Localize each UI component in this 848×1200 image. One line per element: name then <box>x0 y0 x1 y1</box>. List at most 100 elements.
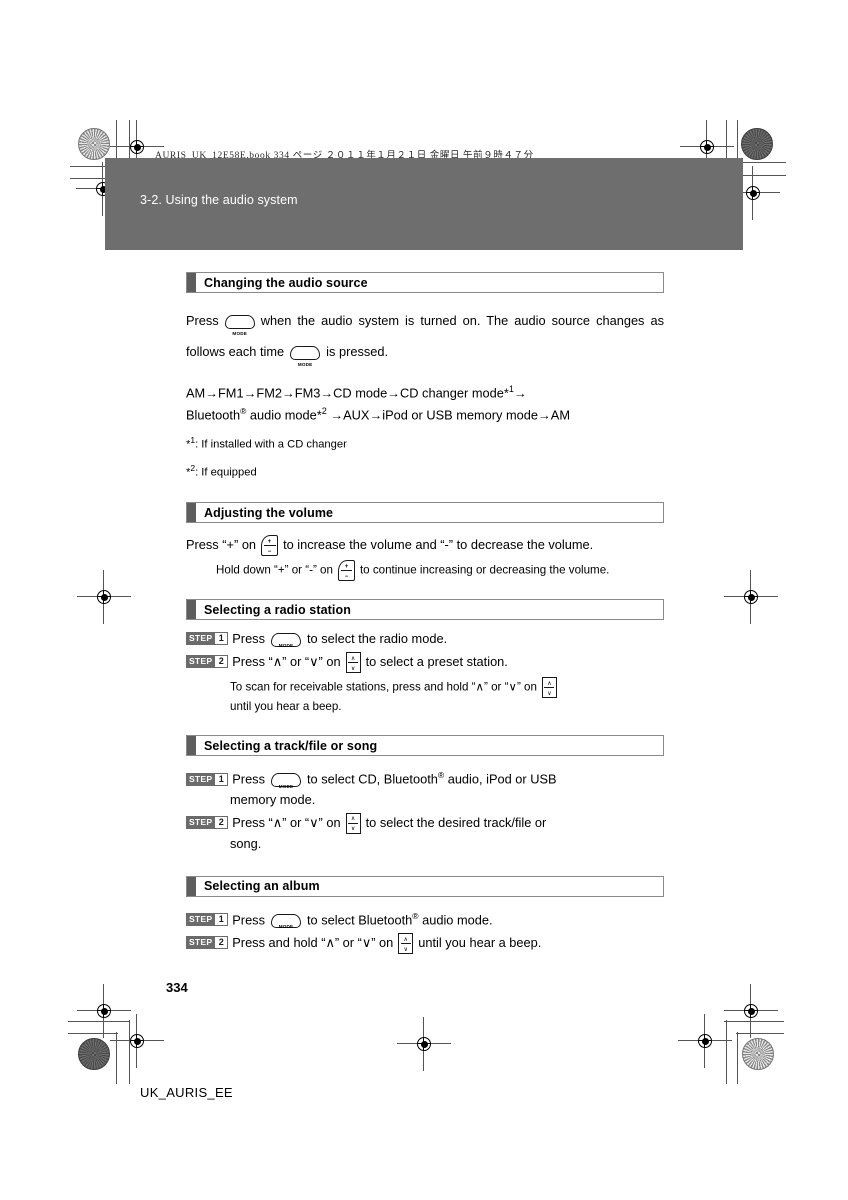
text-press: Press <box>232 771 265 787</box>
flow-bluetooth-label: Bluetooth <box>186 407 241 423</box>
footnote-2: *2: If equipped <box>186 460 664 482</box>
paragraph-change-source: Press MODE when the audio system is turned… <box>186 305 664 367</box>
text-until-beep: until you hear a beep. <box>230 700 342 714</box>
seek-down-label: ∨ <box>403 946 408 953</box>
seek-button-icon: ∧ ∨ <box>345 652 361 674</box>
crop-mark-bottom-left-v2 <box>129 1020 130 1084</box>
seek-up-label: ∧ <box>403 936 408 943</box>
flow-audio-mode: audio mode* <box>246 407 322 423</box>
step-badge-2: STEP 2 <box>186 936 229 950</box>
seek-button-icon: ∧ ∨ <box>398 933 414 955</box>
seek-up-label: ∧ <box>350 816 356 823</box>
step-badge-word: STEP <box>186 913 216 927</box>
step-badge-2: STEP 2 <box>186 815 229 829</box>
mode-button-icon: MODE <box>224 314 255 336</box>
step-badge-1: STEP 1 <box>186 913 229 927</box>
footer-document-code: UK_AURIS_EE <box>140 1085 233 1100</box>
registration-mark-mid-left <box>77 570 131 624</box>
seek-up-label: ∧ <box>350 655 356 662</box>
page-content: Changing the audio source Press MODE when … <box>186 272 664 955</box>
mode-button-icon-label: MODE <box>278 924 294 930</box>
registration-mark-top-right-inner <box>726 166 780 220</box>
registration-mark-bottom-right <box>724 984 778 1038</box>
text-song: song. <box>230 835 262 851</box>
mode-button-icon: MODE <box>290 345 321 367</box>
text-select-radio-mode: to select the radio mode. <box>306 631 448 647</box>
volume-minus-label: − <box>267 548 272 555</box>
mode-button-icon-label: MODE <box>278 783 294 789</box>
section-title: Changing the audio source <box>204 275 368 290</box>
footnote-1: *1: If installed with a CD changer <box>186 432 664 454</box>
crop-mark-bottom-right-v1 <box>726 1020 727 1084</box>
step-badge-number: 2 <box>215 936 229 950</box>
section-header-selecting-an-album: Selecting an album <box>186 875 664 897</box>
crop-mark-bottom-left-h2 <box>68 1033 118 1034</box>
text-select-preset-station: to select a preset station. <box>365 654 508 670</box>
step-badge-number: 1 <box>215 913 229 927</box>
seek-button-icon: ∧ ∨ <box>541 677 557 699</box>
footnote-1-text: : If installed with a CD changer <box>195 438 347 451</box>
step-badge-word: STEP <box>186 655 216 669</box>
color-rosette-top-left <box>78 128 110 160</box>
registration-mark-bottom-center <box>397 1017 451 1071</box>
text-press: Press <box>186 313 219 328</box>
section-title: Selecting a radio station <box>204 602 351 617</box>
color-rosette-bottom-right <box>742 1038 774 1070</box>
crop-mark-bottom-right-h2 <box>736 1033 784 1034</box>
text-scan-receivable: To scan for receivable stations, press a… <box>230 680 537 694</box>
registration-mark-top-right <box>680 120 734 174</box>
section-tab-marker <box>187 600 196 620</box>
text-audio-mode: audio mode. <box>418 911 493 927</box>
step-badge-number: 1 <box>215 632 229 646</box>
section-header-selecting-a-radio-station: Selecting a radio station <box>186 599 664 621</box>
text-is-pressed: is pressed. <box>326 344 389 359</box>
registration-mark-bottom-left <box>77 984 131 1038</box>
mode-button-icon: MODE <box>270 913 301 929</box>
text-ipod-usb: audio, iPod or USB <box>444 771 557 787</box>
mode-button-icon: MODE <box>270 632 301 648</box>
step-badge-word: STEP <box>186 772 216 786</box>
seek-down-label: ∨ <box>547 690 552 697</box>
section-header-selecting-a-track-file-or-song: Selecting a track/file or song <box>186 735 664 757</box>
mode-button-icon: MODE <box>270 773 301 789</box>
step-row-track-2: STEP 2 Press “∧” or “∨” on ∧ ∨ to select the … <box>186 812 664 854</box>
seek-down-label: ∨ <box>350 826 356 833</box>
flow-sequence-line-2-rest: →AUX→iPod or USB memory mode→AM <box>326 407 570 423</box>
text-press-up-down: Press “∧” or “∨” on <box>232 654 341 670</box>
step-badge-2: STEP 2 <box>186 655 229 669</box>
subnote-scan-stations: To scan for receivable stations, press a… <box>230 677 664 715</box>
crop-mark-bottom-left-h1 <box>68 1021 130 1022</box>
text-press-up-down: Press “∧” or “∨” on <box>232 814 341 830</box>
seek-up-label: ∧ <box>547 680 552 687</box>
crop-mark-bottom-left-v1 <box>116 1032 117 1084</box>
step-row-track-1: STEP 1 Press MODE to select CD, Bluetooth® a… <box>186 765 664 809</box>
text-continue-adjusting: to continue increasing or decreasing the… <box>359 563 610 577</box>
section-title: Adjusting the volume <box>204 505 334 520</box>
step-badge-number: 2 <box>215 815 229 829</box>
crop-mark-top-right-h2 <box>736 175 786 176</box>
step-row-album-2: STEP 2 Press and hold “∧” or “∨” on ∧ ∨ until… <box>186 933 664 955</box>
text-select-bluetooth: to select Bluetooth <box>306 911 413 927</box>
text-press: Press <box>232 911 265 927</box>
text-press: Press <box>232 631 265 647</box>
text-select-cd-bluetooth: to select CD, Bluetooth <box>306 771 438 787</box>
step-row-radio-1: STEP 1 Press MODE to select the radio mode. <box>186 629 664 649</box>
crop-mark-bottom-right-h1 <box>724 1021 784 1022</box>
color-rosette-top-right <box>741 128 773 160</box>
audio-source-flow: AM→FM1→FM2→FM3→CD mode→CD changer mode*1… <box>186 380 664 425</box>
mode-button-icon-label: MODE <box>297 362 313 368</box>
text-press-hold-up-down: Press and hold “∧” or “∨” on <box>232 934 394 950</box>
text-when-audio-on: when the audio system is turned on. The … <box>260 313 591 328</box>
flow-arrow-1: → <box>513 385 527 401</box>
section-title: Selecting an album <box>204 879 320 894</box>
section-title: Selecting a track/file or song <box>204 738 378 753</box>
page-number: 334 <box>166 980 188 995</box>
text-hold-down: Hold down “+” or “-” on <box>216 563 333 577</box>
section-tab-marker <box>187 876 196 896</box>
volume-plus-label: + <box>267 538 272 545</box>
step-row-radio-2: STEP 2 Press “∧” or “∨” on ∧ ∨ to select a pr… <box>186 652 664 674</box>
registration-mark-bottom-right-inner <box>678 1014 732 1068</box>
text-press-plus: Press “+” on <box>186 537 257 552</box>
volume-button-icon: + − <box>261 535 279 557</box>
subnote-hold-volume: Hold down “+” or “-” on + − to continue inc… <box>216 560 664 582</box>
